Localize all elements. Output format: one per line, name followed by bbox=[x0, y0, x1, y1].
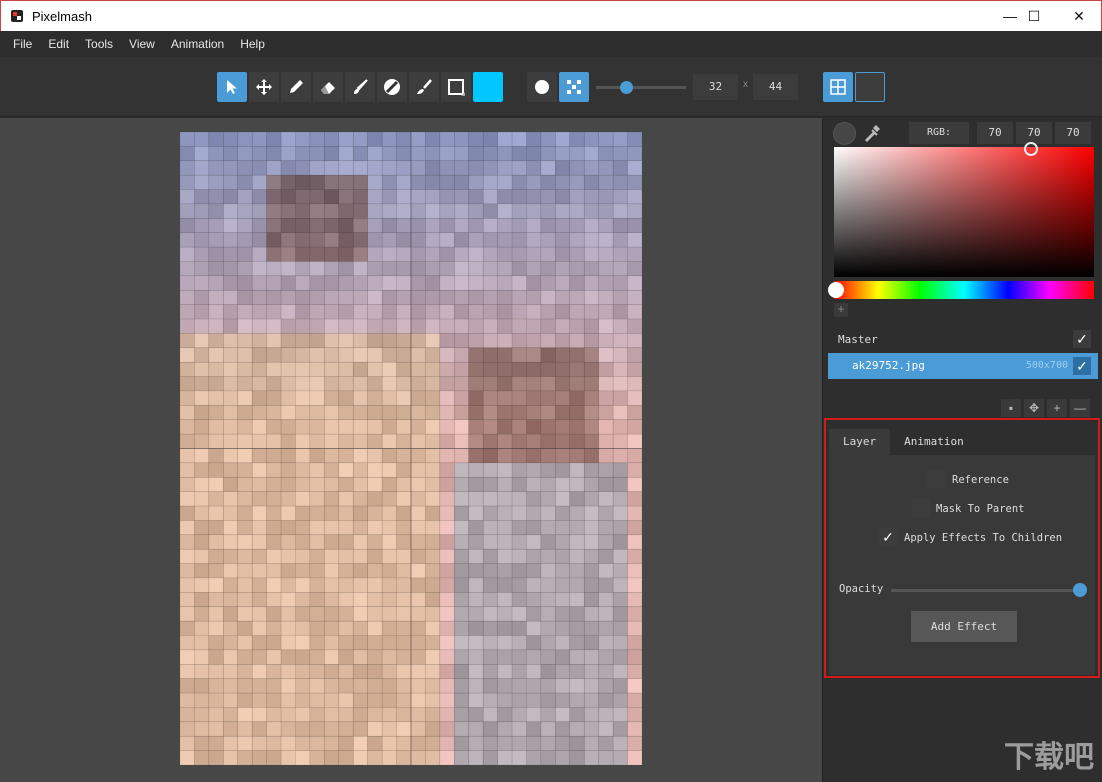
maximize-icon: ☐ bbox=[1027, 7, 1041, 24]
brush-size-knob[interactable] bbox=[620, 81, 633, 94]
menu-animation[interactable]: Animation bbox=[163, 31, 232, 57]
red-value-input[interactable]: 70 bbox=[977, 122, 1013, 144]
move-layer-button[interactable]: ✥ bbox=[1024, 399, 1044, 417]
menu-edit[interactable]: Edit bbox=[40, 31, 77, 57]
cursor-arrow-icon bbox=[227, 80, 237, 94]
smudge-tool-button[interactable] bbox=[409, 72, 439, 102]
current-color-button[interactable] bbox=[473, 72, 503, 102]
rectangle-icon bbox=[448, 79, 465, 96]
move-icon: ✥ bbox=[1028, 401, 1040, 415]
layer-name: ak29752.jpg bbox=[852, 359, 925, 372]
minus-icon: — bbox=[1074, 401, 1086, 415]
brush-tool-button[interactable] bbox=[345, 72, 375, 102]
width-input[interactable]: 32 bbox=[693, 74, 738, 100]
pixel-art-canvas[interactable] bbox=[180, 132, 642, 765]
layer-properties-panel: Layer Animation Reference Mask To Parent… bbox=[824, 418, 1100, 678]
pixelmash-logo-icon bbox=[11, 10, 23, 22]
opacity-label: Opacity bbox=[839, 583, 884, 595]
paint-bucket-icon bbox=[384, 79, 400, 95]
menu-help[interactable]: Help bbox=[232, 31, 273, 57]
opacity-slider-knob[interactable] bbox=[1073, 583, 1087, 597]
move-arrows-icon bbox=[256, 79, 272, 95]
hue-slider-knob[interactable] bbox=[828, 282, 844, 298]
menu-tools[interactable]: Tools bbox=[77, 31, 121, 57]
grid-view-button[interactable] bbox=[823, 72, 853, 102]
size-separator: x bbox=[743, 79, 748, 90]
menu-file[interactable]: File bbox=[5, 31, 40, 57]
pencil-icon bbox=[290, 80, 303, 93]
apply-effects-checkbox[interactable]: ✓ bbox=[879, 528, 897, 546]
brush-size-slider[interactable] bbox=[596, 81, 686, 94]
sv-picker-knob[interactable] bbox=[1024, 142, 1038, 156]
color-preview-swatch[interactable] bbox=[833, 122, 856, 145]
copy-icon: ▪ bbox=[1008, 401, 1014, 415]
pencil-tool-button[interactable] bbox=[281, 72, 311, 102]
checkmark-icon: ✓ bbox=[1076, 357, 1088, 374]
toolbar: 32 x 44 bbox=[0, 57, 1102, 117]
mask-to-parent-option[interactable]: Mask To Parent bbox=[912, 499, 1025, 519]
master-label: Master bbox=[838, 333, 878, 346]
circle-brush-button[interactable] bbox=[527, 72, 557, 102]
checkmark-icon: ✓ bbox=[1076, 330, 1088, 347]
checker-pattern-icon bbox=[567, 80, 581, 94]
watermark-logo: 下载吧 bbox=[1004, 741, 1094, 774]
apply-effects-option[interactable]: ✓ Apply Effects To Children bbox=[879, 528, 1062, 548]
layer-visibility-checkbox[interactable]: ✓ bbox=[1073, 357, 1091, 375]
blue-value-input[interactable]: 70 bbox=[1055, 122, 1091, 144]
hue-slider[interactable] bbox=[828, 281, 1094, 299]
reference-option[interactable]: Reference bbox=[927, 470, 1009, 490]
mask-to-parent-label: Mask To Parent bbox=[936, 503, 1025, 515]
reference-checkbox[interactable] bbox=[927, 470, 945, 488]
layers-master-row[interactable]: Master ✓ bbox=[828, 326, 1098, 352]
fill-tool-button[interactable] bbox=[377, 72, 407, 102]
close-button[interactable]: ✕ bbox=[1056, 1, 1102, 31]
title-bar: Pixelmash — ☐ ✕ bbox=[0, 0, 1102, 31]
single-view-button[interactable] bbox=[855, 72, 885, 102]
green-value-input[interactable]: 70 bbox=[1016, 122, 1052, 144]
select-tool-button[interactable] bbox=[217, 72, 247, 102]
layer-size: 500x700 bbox=[1025, 360, 1068, 371]
plus-icon: + bbox=[1053, 401, 1061, 415]
rectangle-tool-button[interactable] bbox=[441, 72, 471, 102]
eraser-tool-button[interactable] bbox=[313, 72, 343, 102]
menu-view[interactable]: View bbox=[121, 31, 163, 57]
square-view-icon bbox=[860, 77, 880, 97]
apply-effects-label: Apply Effects To Children bbox=[904, 532, 1063, 544]
right-panel: RGB: 70 70 70 + Master ✓ ak29752.jpg 500… bbox=[822, 118, 1102, 782]
tab-layer[interactable]: Layer bbox=[829, 429, 891, 455]
duplicate-layer-button[interactable]: ▪ bbox=[1001, 399, 1021, 417]
close-icon: ✕ bbox=[1073, 7, 1085, 24]
smudge-brush-icon bbox=[417, 79, 432, 94]
window-title: Pixelmash bbox=[32, 9, 92, 24]
grid-icon bbox=[830, 79, 846, 95]
mask-to-parent-checkbox[interactable] bbox=[912, 499, 930, 517]
add-layer-button[interactable]: + bbox=[1047, 399, 1067, 417]
checkmark-icon: ✓ bbox=[882, 528, 894, 545]
properties-tabs: Layer Animation bbox=[829, 429, 978, 455]
pattern-brush-button[interactable] bbox=[559, 72, 589, 102]
reference-label: Reference bbox=[952, 474, 1009, 486]
canvas-area[interactable] bbox=[0, 118, 822, 782]
layer-row[interactable]: ak29752.jpg 500x700 ✓ bbox=[828, 353, 1098, 379]
master-visibility-checkbox[interactable]: ✓ bbox=[1073, 330, 1091, 348]
brush-icon bbox=[354, 79, 368, 94]
maximize-button[interactable]: ☐ bbox=[1011, 1, 1057, 31]
add-swatch-button[interactable]: + bbox=[834, 303, 848, 317]
saturation-value-picker[interactable] bbox=[834, 142, 1094, 277]
add-effect-button[interactable]: Add Effect bbox=[911, 611, 1017, 642]
tab-animation[interactable]: Animation bbox=[890, 429, 978, 455]
color-mode-label[interactable]: RGB: bbox=[909, 122, 969, 144]
remove-layer-button[interactable]: — bbox=[1070, 399, 1090, 417]
move-tool-button[interactable] bbox=[249, 72, 279, 102]
menu-bar: File Edit Tools View Animation Help bbox=[0, 31, 1102, 57]
height-input[interactable]: 44 bbox=[753, 74, 798, 100]
circle-shape-icon bbox=[535, 80, 549, 94]
opacity-slider[interactable] bbox=[891, 583, 1087, 597]
eraser-icon bbox=[321, 82, 335, 94]
layer-actions: ▪ ✥ + — bbox=[1001, 399, 1090, 419]
layer-properties-body: Reference Mask To Parent ✓ Apply Effects… bbox=[829, 455, 1095, 675]
eyedropper-icon[interactable] bbox=[861, 122, 883, 144]
